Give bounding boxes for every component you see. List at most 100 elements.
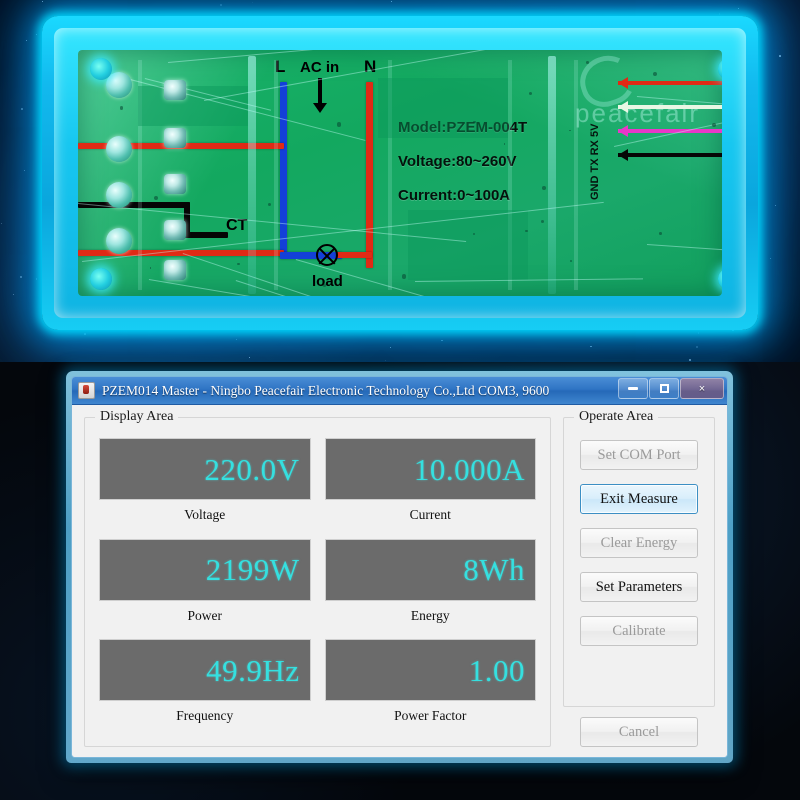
silkscreen-voltage: Voltage:80~260V [398,153,517,170]
terminal-pad [106,72,132,98]
pcb-via [503,143,506,146]
mounting-hole [90,268,112,290]
device-enclosure: peacefair Model:PZEM-004T Voltage:80~260… [42,16,758,330]
readout-value: 1.00 [468,652,525,688]
pcb-via [154,196,159,201]
readout-value: 2199W [205,552,300,588]
star [697,332,700,334]
label-neutral: N [364,57,377,76]
terminal-pad [106,136,132,162]
window-title: PZEM014 Master - Ningbo Peacefair Electr… [102,382,550,398]
meter-frequency: 49.9Hz Frequency [99,639,311,736]
pcb-via [570,260,572,263]
cancel-button[interactable]: Cancel [580,717,698,747]
meter-label: Power [187,607,223,623]
load-symbol-icon [316,244,338,266]
operate-area-group: Operate Area Set COM Port Exit Measure Cle… [563,409,715,707]
window-frame: PZEM014 Master - Ningbo Peacefair Electr… [71,376,728,758]
app-icon [78,382,95,399]
meter-label: Voltage [184,507,226,522]
star [220,3,223,6]
star [718,13,721,16]
pcb-via [119,106,124,110]
ac-in-arrow-icon [313,78,327,113]
operate-column: Operate Area Set COM Port Exit Measure Cle… [563,409,715,747]
readout-value: 10.000A [413,451,525,487]
operate-buttons: Set COM Port Exit Measure Clear Energy Set … [574,434,704,702]
arrow-rx [618,101,722,113]
meter-label: Current [409,507,451,522]
window-controls: × [618,378,724,399]
pcb-reflection [148,278,648,296]
pcb-via [401,274,406,279]
arrow-5v [618,77,722,89]
exit-measure-button[interactable]: Exit Measure [580,484,698,514]
pcb-via [569,129,571,132]
pcb-via [268,202,272,206]
set-parameters-button[interactable]: Set Parameters [580,572,698,602]
pcb-band [378,78,508,138]
pcb-via [653,71,658,76]
window-titlebar[interactable]: PZEM014 Master - Ningbo Peacefair Electr… [72,377,727,405]
pcb-via [591,153,594,156]
meter-voltage: 220.0V Voltage [99,438,311,535]
star [389,346,391,348]
star [1,223,2,224]
pcb-reflection [646,243,722,256]
arrow-gnd [618,149,722,161]
star [251,1,253,3]
close-icon: × [698,382,706,395]
star [249,356,251,358]
readout-panel: 220.0V [99,438,311,500]
pcb-via [322,284,326,288]
readout-panel: 8Wh [324,538,536,601]
terminal-screw [164,80,186,100]
maximize-icon [659,384,669,393]
star [26,39,28,42]
meter-current: 10.000A Current [324,438,536,535]
wire-neutral-vertical [366,82,373,268]
star [20,108,23,110]
minimize-icon [628,387,638,390]
wire-load-to-neutral [336,252,372,258]
label-load: load [312,273,343,290]
pcb-via [237,262,241,266]
mounting-hole [718,268,722,290]
pcb-via [528,91,533,96]
star [35,278,38,281]
meter-label: Energy [410,607,450,623]
close-button[interactable]: × [680,378,724,399]
calibrate-button: Calibrate [580,616,698,646]
enclosure-inner-shell: peacefair Model:PZEM-004T Voltage:80~260… [54,28,746,318]
pcb-via [586,60,590,64]
pcb-via [541,186,546,190]
terminal-pad [106,182,132,208]
silkscreen-current: Current:0~100A [398,187,511,204]
terminal-screw [164,128,186,148]
pcb-seam [574,60,578,290]
maximize-button[interactable] [649,378,679,399]
pcb-board: peacefair Model:PZEM-004T Voltage:80~260… [78,50,722,296]
pcb-via [659,232,663,236]
application-window: PZEM014 Master - Ningbo Peacefair Electr… [66,371,733,763]
star [441,339,443,342]
silkscreen-pin-labels: GND TX RX 5V [589,123,601,200]
readout-value: 49.9Hz [206,652,300,688]
readout-panel: 2199W [99,538,311,601]
window-content: Display Area 220.0V Voltage 10.000A Current… [72,405,727,757]
readout-panel: 1.00 [324,639,536,702]
pcb-via [149,266,152,269]
meter-energy: 8Wh Energy [324,538,536,636]
readout-panel: 49.9Hz [99,639,311,702]
display-area-title: Display Area [95,409,179,425]
clear-energy-button: Clear Energy [580,528,698,558]
minimize-button[interactable] [618,378,648,399]
screenshot-root: peacefair Model:PZEM-004T Voltage:80~260… [0,0,800,800]
star [235,339,238,341]
label-ct: CT [226,217,248,234]
pcb-via [711,122,716,127]
readout-value: 8Wh [463,552,525,588]
star [774,204,776,206]
star [384,359,386,362]
star [769,257,772,260]
